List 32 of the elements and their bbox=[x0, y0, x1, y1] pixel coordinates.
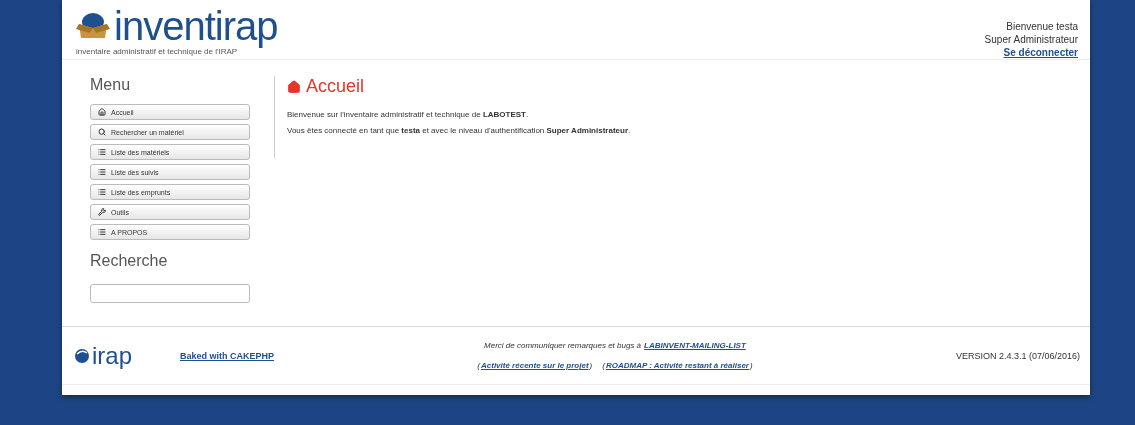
irap-logo-icon bbox=[74, 347, 90, 364]
search-icon bbox=[98, 128, 106, 136]
box-logo-icon bbox=[76, 12, 110, 40]
list-icon bbox=[98, 168, 106, 176]
parenthesis: ( bbox=[602, 361, 605, 371]
version-text: VERSION 2.4.3.1 (07/06/2016) bbox=[955, 350, 1080, 361]
home-icon bbox=[98, 108, 106, 116]
parenthesis: ( bbox=[477, 361, 480, 371]
logout-link[interactable]: Se déconnecter bbox=[1003, 46, 1078, 59]
logo-subtitle: inventaire administratif et technique de l'IRAP bbox=[76, 47, 238, 56]
search-title: Recherche bbox=[90, 252, 169, 270]
search-field[interactable] bbox=[90, 284, 250, 303]
welcome-paragraph: Vous êtes connecté en tant que testa et avec le niveau d'authentification Super Administrateur. bbox=[287, 126, 631, 135]
parenthesis: ) bbox=[749, 361, 753, 371]
cakephp-link[interactable]: Baked with CAKEPHP bbox=[180, 350, 275, 361]
home-icon bbox=[287, 79, 301, 94]
irap-logo-text: irap bbox=[92, 341, 133, 370]
user-role: Super Administrateur bbox=[984, 33, 1078, 46]
list-icon bbox=[98, 188, 106, 196]
logo-text: inventirap bbox=[114, 6, 278, 46]
list-icon bbox=[98, 148, 106, 156]
welcome-text: Bienvenue testa bbox=[1006, 20, 1078, 33]
menu-title: Menu bbox=[90, 76, 132, 94]
project-link[interactable]: Activité récente sur le projet bbox=[481, 361, 589, 371]
wrench-icon bbox=[98, 208, 106, 216]
welcome-paragraph: Bienvenue sur l'inventaire administratif et technique de LABOTEST. bbox=[287, 110, 530, 119]
footer-message: Merci de communiquer remarques et bugs à bbox=[484, 341, 642, 351]
page-title: Accueil bbox=[287, 76, 631, 97]
parenthesis: ) bbox=[589, 361, 593, 371]
mailing-list-link[interactable]: LABINVENT-MAILING-LIST bbox=[644, 341, 746, 351]
project-link[interactable]: ROADMAP : Activité restant à réaliser bbox=[605, 361, 749, 371]
list-icon bbox=[98, 228, 106, 236]
